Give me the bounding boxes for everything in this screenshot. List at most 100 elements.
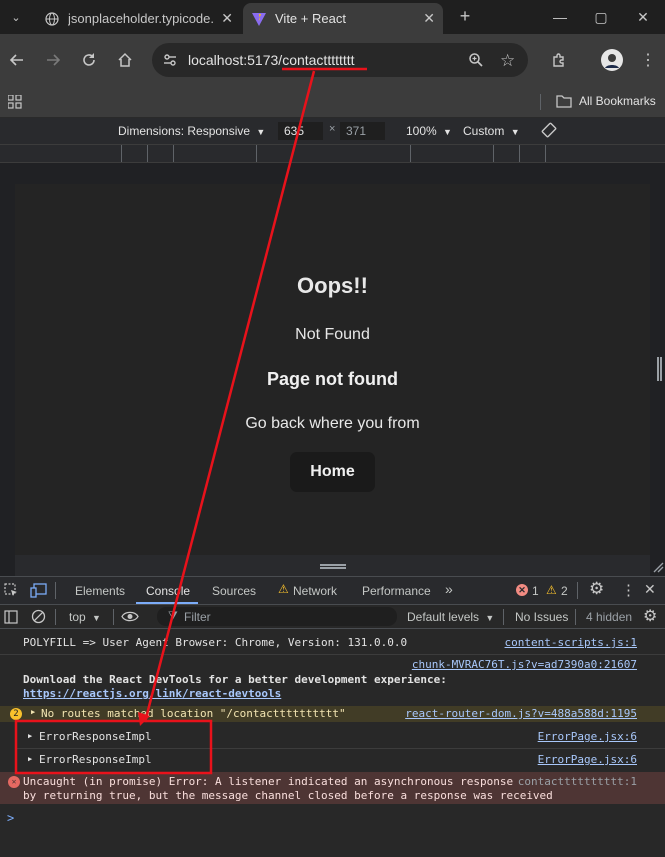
levels-label: Default levels (407, 610, 480, 624)
zoom-label: 100% (406, 124, 437, 138)
console-settings-gear-icon[interactable]: ⚙ (643, 606, 657, 626)
vite-logo-icon (251, 11, 267, 27)
tab-jsonplaceholder[interactable]: jsonplaceholder.typicode. ✕ (36, 3, 241, 34)
message-source-link[interactable]: content-scripts.js:1 (505, 636, 637, 649)
warning-icon: ⚠ (278, 582, 289, 596)
message-text: POLYFILL => User Agent Browser: Chrome, … (23, 636, 408, 649)
tab-console[interactable]: Console (146, 584, 190, 598)
throttle-label: Custom (463, 124, 505, 138)
close-icon[interactable]: ✕ (423, 10, 435, 27)
star-icon[interactable]: ☆ (500, 51, 515, 71)
clear-console-button[interactable] (31, 609, 46, 627)
error-icon: ✕ (8, 776, 20, 788)
expand-arrow-icon[interactable]: ▶ (28, 732, 32, 740)
back-button[interactable] (3, 46, 31, 74)
object-label[interactable]: ErrorResponseImpl (39, 753, 152, 766)
extensions-button[interactable] (545, 46, 573, 74)
arrow-left-icon (9, 54, 23, 66)
height-input[interactable] (340, 122, 385, 140)
object-label[interactable]: ErrorResponseImpl (39, 730, 152, 743)
new-tab-button[interactable]: + (455, 6, 475, 26)
live-expression-button[interactable] (121, 610, 139, 626)
tab-elements[interactable]: Elements (75, 584, 125, 598)
more-tabs-icon[interactable]: » (445, 581, 453, 597)
issues-label[interactable]: No Issues (515, 610, 568, 624)
maximize-button[interactable]: ▢ (586, 6, 616, 28)
tab-vite-react[interactable]: Vite + React ✕ (243, 3, 443, 34)
error-count-icon[interactable]: ✕ (516, 584, 528, 596)
folder-icon (556, 95, 572, 108)
sidebar-icon (4, 610, 18, 624)
home-button[interactable]: Home (290, 452, 375, 492)
reload-icon (83, 53, 95, 66)
kebab-menu-icon: ⋮ (640, 52, 656, 69)
tab-performance[interactable]: Performance (362, 584, 431, 598)
expand-arrow-icon[interactable]: ▶ (31, 708, 35, 716)
zoom-icon[interactable] (468, 52, 484, 73)
rotate-button[interactable] (540, 121, 558, 142)
sidebar-toggle-button[interactable] (4, 610, 18, 627)
caret-down-icon: ▼ (443, 127, 452, 137)
inspect-icon (4, 583, 17, 596)
console-toolbar: top ▼ ⧩ Filter Default levels ▼ No Issue… (0, 604, 665, 629)
all-bookmarks-label: All Bookmarks (579, 94, 656, 108)
error-text-line1: Uncaught (in promise) Error: A listener … (23, 775, 514, 788)
tab-network[interactable]: Network (293, 584, 337, 598)
dimensions-label: Dimensions: Responsive (118, 124, 251, 138)
dimension-times-icon: × (329, 123, 336, 135)
message-source-link[interactable]: react-router-dom.js?v=488a588d:1195 (405, 707, 637, 720)
bookmarks-divider (540, 94, 541, 110)
console-warning: 2 ▶ No routes matched location "/contact… (0, 706, 665, 722)
address-bar[interactable]: localhost:5173/contactttttttt ☆ (152, 43, 528, 77)
device-toggle-button[interactable] (30, 583, 47, 601)
clear-icon (31, 609, 46, 624)
filter-input[interactable]: ⧩ Filter (157, 607, 397, 626)
console-output: POLYFILL => User Agent Browser: Chrome, … (0, 629, 665, 857)
kebab-menu-icon[interactable]: ⋮ (621, 581, 636, 599)
caret-down-icon: ▼ (485, 613, 495, 623)
all-bookmarks-button[interactable]: All Bookmarks (556, 94, 656, 108)
minimize-button[interactable]: — (545, 6, 575, 28)
media-query-ruler (0, 144, 665, 163)
apps-button[interactable] (7, 94, 22, 114)
context-selector[interactable]: top ▼ (69, 610, 101, 624)
apps-grid-icon (7, 94, 22, 109)
close-icon[interactable]: ✕ (221, 10, 233, 27)
site-info-icon[interactable] (162, 52, 178, 73)
resize-handle-corner[interactable] (652, 560, 664, 573)
dimensions-dropdown[interactable]: Dimensions: Responsive ▼ (118, 124, 265, 138)
tab-sources[interactable]: Sources (212, 584, 256, 598)
resize-handle-right[interactable] (657, 357, 662, 381)
error-count[interactable]: 1 (532, 584, 539, 598)
profile-avatar[interactable] (598, 46, 626, 74)
zoom-dropdown[interactable]: 100% ▼ (406, 124, 452, 138)
warning-count-icon[interactable]: ⚠ (546, 583, 557, 597)
inspect-element-button[interactable] (4, 583, 19, 601)
devtools-link[interactable]: https://reactjs.org/link/react-devtools (23, 687, 281, 700)
settings-gear-icon[interactable]: ⚙ (589, 579, 604, 599)
message-source-link[interactable]: chunk-MVRAC76T.js?v=ad7390a0:21607 (412, 658, 637, 671)
avatar (601, 49, 623, 71)
window-close-button[interactable]: ✕ (628, 6, 658, 28)
expand-arrow-icon[interactable]: ▶ (28, 755, 32, 763)
forward-button[interactable] (39, 46, 67, 74)
tab-search-button[interactable]: ⌄ (6, 8, 26, 26)
close-devtools-icon[interactable]: ✕ (644, 581, 656, 598)
log-levels-dropdown[interactable]: Default levels ▼ (407, 610, 494, 624)
device-toolbar: Dimensions: Responsive ▼ × 100% ▼ Custom… (0, 118, 665, 144)
tab-title: Vite + React (275, 11, 346, 26)
message-source-link[interactable]: ErrorPage.jsx:6 (538, 753, 637, 766)
throttle-dropdown[interactable]: Custom ▼ (463, 124, 520, 138)
menu-button[interactable]: ⋮ (634, 46, 662, 74)
device-mode-icon (30, 583, 47, 598)
home-button[interactable] (111, 46, 139, 74)
warning-count[interactable]: 2 (561, 584, 568, 598)
width-input[interactable] (278, 122, 323, 140)
filter-placeholder: Filter (184, 610, 211, 624)
resize-handle-bottom[interactable] (15, 555, 650, 576)
reload-button[interactable] (75, 46, 103, 74)
message-source[interactable]: contactttttttttt:1 (518, 775, 637, 788)
message-source-link[interactable]: ErrorPage.jsx:6 (538, 730, 637, 743)
console-prompt[interactable]: > (7, 811, 14, 825)
filter-icon: ⧩ (168, 610, 178, 622)
